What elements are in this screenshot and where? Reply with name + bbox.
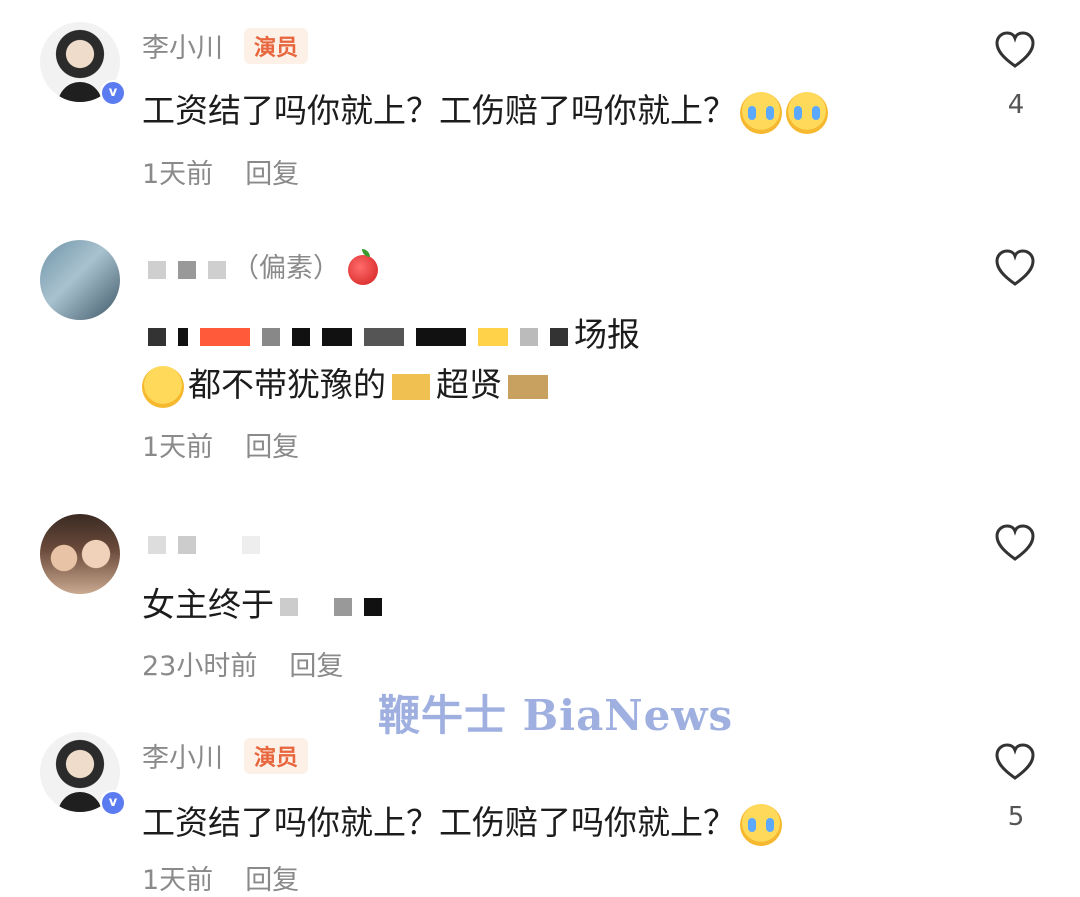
verified-icon: v	[100, 790, 126, 816]
comment-text-content: 都不带犹豫的	[188, 365, 386, 404]
heart-icon[interactable]	[994, 249, 1036, 287]
username[interactable]: 李小川	[142, 736, 223, 775]
mosaic-block	[242, 535, 260, 554]
comment-meta: 23小时前 回复	[142, 644, 343, 683]
mosaic-block	[262, 327, 280, 346]
username[interactable]: （偏素）	[142, 246, 378, 285]
heart-icon[interactable]	[994, 524, 1036, 562]
avatar[interactable]	[40, 514, 120, 594]
comment-text-tail: 超贤	[436, 365, 502, 404]
apple-icon	[348, 248, 378, 285]
mosaic-block	[478, 327, 508, 346]
comment-text: 工资结了吗你就上？工伤赔了吗你就上？	[142, 84, 828, 134]
reply-button[interactable]: 回复	[289, 651, 343, 682]
smiling-face-icon	[142, 365, 184, 408]
mosaic-block	[200, 327, 250, 346]
mosaic-block	[148, 260, 166, 279]
comment-text-line2: 都不带犹豫的 超贤	[142, 358, 554, 408]
mosaic-block	[148, 327, 166, 346]
mosaic-block	[208, 260, 226, 279]
mosaic-block	[178, 327, 188, 346]
comment-meta: 1天前 回复	[142, 425, 299, 464]
username-text: （偏素）	[232, 253, 340, 284]
timestamp: 23小时前	[142, 651, 258, 682]
mosaic-block	[292, 327, 310, 346]
heart-icon[interactable]	[994, 743, 1036, 781]
mosaic-block	[508, 374, 548, 399]
comment-meta: 1天前 回复	[142, 152, 299, 191]
timestamp: 1天前	[142, 432, 214, 463]
comment-meta: 1天前 回复	[142, 858, 299, 897]
avatar[interactable]	[40, 240, 120, 320]
like-count: 4	[1007, 90, 1025, 120]
verified-icon: v	[100, 80, 126, 106]
mosaic-block	[334, 597, 352, 616]
mosaic-block	[416, 327, 466, 346]
comment-text: 场报	[142, 308, 640, 356]
crying-face-icon	[740, 803, 782, 846]
timestamp: 1天前	[142, 159, 214, 190]
comment-text-content: 工资结了吗你就上？工伤赔了吗你就上？	[142, 803, 736, 842]
mosaic-block	[364, 597, 382, 616]
mosaic-block	[178, 260, 196, 279]
comment-text: 工资结了吗你就上？工伤赔了吗你就上？	[142, 796, 782, 846]
mosaic-block	[364, 327, 404, 346]
username[interactable]	[142, 528, 266, 559]
reply-button[interactable]: 回复	[245, 432, 299, 463]
mosaic-block	[280, 597, 298, 616]
crying-face-icon	[786, 91, 828, 134]
mosaic-block	[148, 535, 166, 554]
mosaic-block	[550, 327, 568, 346]
comment-text-content: 女主终于	[142, 585, 274, 624]
mosaic-block	[322, 327, 352, 346]
reply-button[interactable]: 回复	[245, 865, 299, 896]
reply-button[interactable]: 回复	[245, 159, 299, 190]
comment-text-end: 场报	[574, 315, 640, 354]
heart-icon[interactable]	[994, 31, 1036, 69]
mosaic-block	[520, 327, 538, 346]
role-badge: 演员	[244, 738, 309, 774]
watermark: 鞭牛士 BiaNews	[378, 691, 734, 740]
mosaic-block	[178, 535, 196, 554]
mosaic-block	[392, 373, 430, 400]
role-badge: 演员	[244, 28, 309, 64]
crying-face-icon	[740, 91, 782, 134]
username[interactable]: 李小川	[142, 26, 223, 65]
timestamp: 1天前	[142, 865, 214, 896]
like-count: 5	[1007, 802, 1025, 832]
comment-text: 女主终于	[142, 578, 388, 626]
comment-text-content: 工资结了吗你就上？工伤赔了吗你就上？	[142, 91, 736, 130]
